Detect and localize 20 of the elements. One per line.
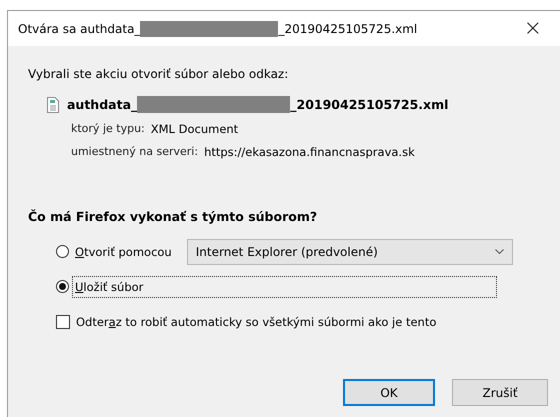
file-name: authdata_ _20190425105725.xml: [67, 96, 448, 113]
detail-label: ktorý je typu:: [71, 122, 145, 136]
checkbox[interactable]: [56, 314, 70, 328]
detail-value: XML Document: [150, 122, 238, 136]
checkbox-label[interactable]: Odteraz to robiť automaticky so všetkými súbormi ako je tento: [73, 312, 440, 332]
detail-value: https://ekasazona.financnasprava.sk: [204, 145, 415, 159]
question-heading: Čo má Firefox vykonať s týmto súborom?: [28, 209, 318, 224]
option-label[interactable]: Otvoriť pomocou: [72, 242, 175, 262]
close-button[interactable]: ×: [524, 18, 542, 40]
intro-text: Vybrali ste akciu otvoriť súbor alebo odkaz:: [28, 67, 290, 81]
option-label[interactable]: Uložiť súbor: [72, 276, 497, 298]
window-title: Otvára sa authdata_ _20190425105725.xml: [18, 20, 418, 36]
document-icon: [47, 96, 59, 112]
cancel-button[interactable]: Zrušiť: [452, 379, 548, 406]
ok-button[interactable]: OK: [343, 379, 435, 406]
detail-label: umiestnený na serveri:: [71, 145, 198, 159]
radio-button[interactable]: [56, 245, 69, 258]
application-dropdown[interactable]: Internet Explorer (predvolené): [186, 238, 513, 264]
radio-button[interactable]: [56, 280, 69, 293]
chevron-icon: [494, 249, 504, 254]
